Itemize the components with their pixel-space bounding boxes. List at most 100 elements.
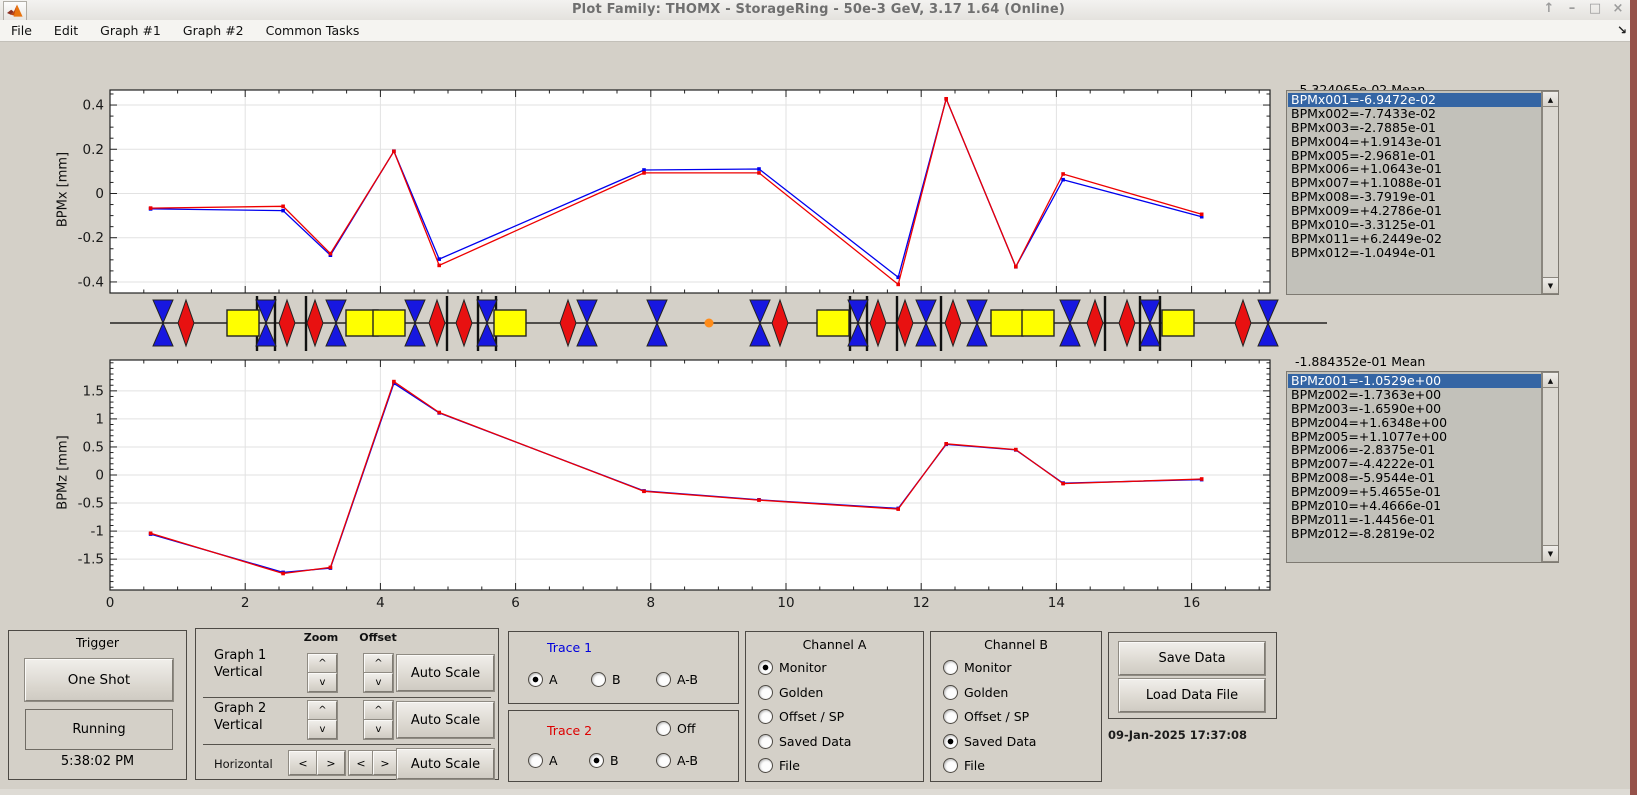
save-data-button[interactable]: Save Data bbox=[1119, 642, 1265, 675]
radio-trace1-a[interactable]: A bbox=[528, 672, 558, 687]
bpmz-mean: -1.884352e-01 Mean bbox=[1295, 354, 1425, 370]
bpmz-scrollbar[interactable]: ▲ ▼ bbox=[1541, 372, 1558, 562]
scroll-thumb[interactable] bbox=[1542, 106, 1559, 279]
radio-channel-b-saved-data[interactable]: Saved Data bbox=[943, 734, 1036, 749]
list-item[interactable]: BPMz004=+1.6348e+00 bbox=[1288, 416, 1541, 430]
graph1-offset-up-button[interactable]: ^ bbox=[364, 654, 393, 673]
scroll-down-icon[interactable]: ▼ bbox=[1542, 545, 1559, 562]
radio-icon bbox=[656, 672, 671, 687]
list-item[interactable]: BPMz005=+1.1077e+00 bbox=[1288, 430, 1541, 444]
list-item[interactable]: BPMz007=-4.4222e-01 bbox=[1288, 457, 1541, 471]
channel-b-panel: Channel B MonitorGoldenOffset / SPSaved … bbox=[930, 631, 1102, 782]
horizontal-auto-scale-button[interactable]: Auto Scale bbox=[397, 749, 494, 779]
graph2-offset-down-button[interactable]: v bbox=[364, 720, 393, 739]
channel-a-panel: Channel A MonitorGoldenOffset / SPSaved … bbox=[745, 631, 924, 782]
radio-trace2-a[interactable]: A bbox=[528, 753, 558, 768]
list-item[interactable]: BPMx010=-3.3125e-01 bbox=[1288, 218, 1541, 232]
graph1-vertical-label: Graph 1 Vertical bbox=[214, 647, 266, 681]
list-item[interactable]: BPMz006=-2.8375e-01 bbox=[1288, 443, 1541, 457]
radio-trace2-b[interactable]: B bbox=[589, 753, 619, 768]
bpm-marker-icon bbox=[1139, 296, 1141, 351]
graph1-auto-scale-button[interactable]: Auto Scale bbox=[397, 655, 494, 691]
radio-trace2-a-b[interactable]: A-B bbox=[656, 753, 698, 768]
dipole-icon bbox=[1162, 310, 1194, 336]
svg-text:14: 14 bbox=[1048, 595, 1065, 611]
close-icon[interactable]: × bbox=[1611, 1, 1625, 16]
menu-item-edit[interactable]: Edit bbox=[43, 20, 89, 41]
dipole-icon bbox=[1022, 310, 1054, 336]
load-data-file-button[interactable]: Load Data File bbox=[1119, 679, 1265, 712]
minimize-icon[interactable]: – bbox=[1565, 1, 1579, 16]
horizontal-offset-right-button[interactable]: > bbox=[373, 751, 397, 775]
list-item[interactable]: BPMz011=-1.4456e-01 bbox=[1288, 513, 1541, 527]
radio-icon bbox=[943, 660, 958, 675]
list-item[interactable]: BPMx008=-3.7919e-01 bbox=[1288, 190, 1541, 204]
graph1-zoom-up-button[interactable]: ^ bbox=[308, 654, 337, 673]
list-item[interactable]: BPMx002=-7.7433e-02 bbox=[1288, 107, 1541, 121]
trace1-panel: Trace 1 A B A-B bbox=[508, 631, 739, 704]
radio-channel-a-file[interactable]: File bbox=[758, 758, 800, 773]
bpmz-listbox[interactable]: BPMz001=-1.0529e+00BPMz002=-1.7363e+00BP… bbox=[1286, 371, 1559, 563]
svg-text:10: 10 bbox=[777, 595, 794, 611]
list-item[interactable]: BPMx003=-2.7885e-01 bbox=[1288, 121, 1541, 135]
scroll-down-icon[interactable]: ▼ bbox=[1542, 277, 1559, 294]
running-indicator[interactable]: Running bbox=[25, 709, 173, 750]
list-item[interactable]: BPMz003=-1.6590e+00 bbox=[1288, 402, 1541, 416]
radio-channel-a-monitor[interactable]: Monitor bbox=[758, 660, 827, 675]
radio-channel-b-golden[interactable]: Golden bbox=[943, 685, 1008, 700]
list-item[interactable]: BPMx004=+1.9143e-01 bbox=[1288, 135, 1541, 149]
list-item[interactable]: BPMx012=-1.0494e-01 bbox=[1288, 246, 1541, 260]
radio-channel-b-offset-sp[interactable]: Offset / SP bbox=[943, 709, 1029, 724]
one-shot-button[interactable]: One Shot bbox=[25, 659, 173, 701]
svg-text:8: 8 bbox=[646, 595, 655, 611]
scale-panel: Zoom Offset Graph 1 Vertical ^ v ^ v Aut… bbox=[195, 628, 499, 780]
radio-icon bbox=[528, 753, 543, 768]
dock-arrow-icon[interactable]: ↘ bbox=[1617, 23, 1627, 37]
bpmx-scrollbar[interactable]: ▲ ▼ bbox=[1541, 91, 1558, 294]
scroll-thumb[interactable] bbox=[1542, 387, 1559, 547]
svg-text:2: 2 bbox=[241, 595, 250, 611]
radio-trace1-a-b[interactable]: A-B bbox=[656, 672, 698, 687]
list-item[interactable]: BPMz001=-1.0529e+00 bbox=[1288, 374, 1541, 388]
radio-trace1-b[interactable]: B bbox=[591, 672, 621, 687]
menu-item-graph-1[interactable]: Graph #1 bbox=[89, 20, 172, 41]
radio-channel-a-saved-data[interactable]: Saved Data bbox=[758, 734, 851, 749]
horizontal-zoom-left-button[interactable]: < bbox=[289, 751, 317, 775]
graph2-auto-scale-button[interactable]: Auto Scale bbox=[397, 702, 494, 738]
list-item[interactable]: BPMx006=+1.0643e-01 bbox=[1288, 162, 1541, 176]
radio-trace2-off[interactable]: Off bbox=[656, 721, 695, 736]
radio-label: B bbox=[610, 753, 619, 768]
bpmx-plot: -0.4-0.200.20.4 bbox=[70, 87, 1276, 296]
radio-label: Offset / SP bbox=[964, 709, 1029, 724]
horizontal-offset-left-button[interactable]: < bbox=[349, 751, 373, 775]
list-item[interactable]: BPMx005=-2.9681e-01 bbox=[1288, 149, 1541, 163]
radio-channel-b-file[interactable]: File bbox=[943, 758, 985, 773]
list-item[interactable]: BPMx009=+4.2786e-01 bbox=[1288, 204, 1541, 218]
radio-channel-b-monitor[interactable]: Monitor bbox=[943, 660, 1012, 675]
maximize-icon[interactable]: □ bbox=[1588, 1, 1602, 16]
list-item[interactable]: BPMz012=-8.2819e-02 bbox=[1288, 527, 1541, 541]
menu-item-common-tasks[interactable]: Common Tasks bbox=[255, 20, 371, 41]
graph1-offset-down-button[interactable]: v bbox=[364, 673, 393, 692]
graph2-zoom-up-button[interactable]: ^ bbox=[308, 701, 337, 720]
list-item[interactable]: BPMz010=+4.4666e-01 bbox=[1288, 499, 1541, 513]
trace1-title: Trace 1 bbox=[547, 640, 592, 655]
bpmx-listbox[interactable]: BPMx001=-6.9472e-02BPMx002=-7.7433e-02BP… bbox=[1286, 90, 1559, 295]
plot-family-window: Plot Family: THOMX - StorageRing - 50e-3… bbox=[0, 0, 1637, 795]
graph1-zoom-down-button[interactable]: v bbox=[308, 673, 337, 692]
list-item[interactable]: BPMx001=-6.9472e-02 bbox=[1288, 93, 1541, 107]
list-item[interactable]: BPMx011=+6.2449e-02 bbox=[1288, 232, 1541, 246]
list-item[interactable]: BPMz008=-5.9544e-01 bbox=[1288, 471, 1541, 485]
menu-item-graph-2[interactable]: Graph #2 bbox=[172, 20, 255, 41]
restore-up-icon[interactable]: ↑ bbox=[1542, 1, 1556, 16]
svg-text:-0.5: -0.5 bbox=[78, 496, 104, 512]
graph2-offset-up-button[interactable]: ^ bbox=[364, 701, 393, 720]
radio-channel-a-offset-sp[interactable]: Offset / SP bbox=[758, 709, 844, 724]
list-item[interactable]: BPMz009=+5.4655e-01 bbox=[1288, 485, 1541, 499]
list-item[interactable]: BPMz002=-1.7363e+00 bbox=[1288, 388, 1541, 402]
graph2-zoom-down-button[interactable]: v bbox=[308, 720, 337, 739]
radio-channel-a-golden[interactable]: Golden bbox=[758, 685, 823, 700]
horizontal-zoom-right-button[interactable]: > bbox=[317, 751, 345, 775]
list-item[interactable]: BPMx007=+1.1088e-01 bbox=[1288, 176, 1541, 190]
menu-item-file[interactable]: File bbox=[0, 20, 43, 41]
